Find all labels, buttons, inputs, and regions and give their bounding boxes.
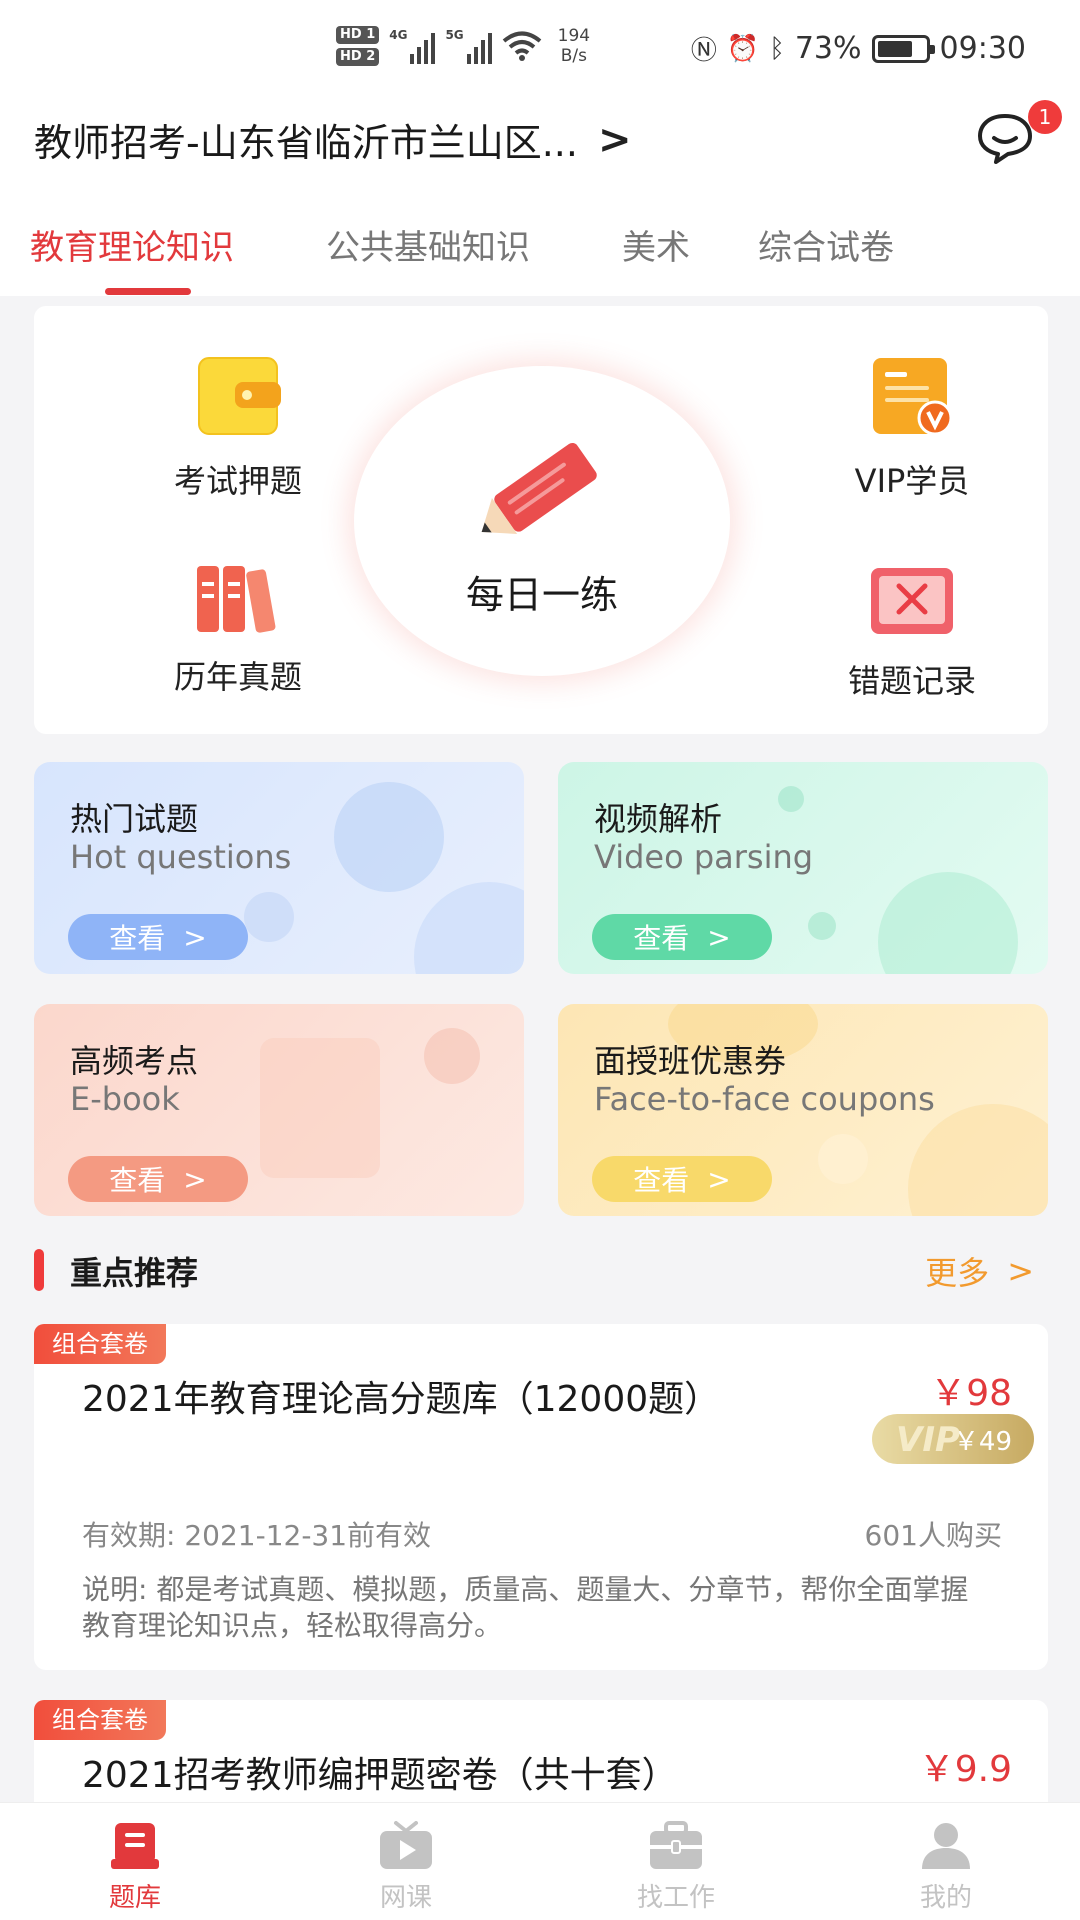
video-parsing-title: 视频解析 [594,800,723,838]
signal-4g-icon: 4G [389,28,436,64]
hot-questions-subtitle: Hot questions [70,838,292,876]
chevron-right-icon: > [183,920,207,954]
more-link[interactable]: 更多 > [925,1248,1034,1294]
product-card[interactable]: 组合套卷 2021年教育理论高分题库（12000题） ￥98 VIP ￥49 有… [34,1324,1048,1670]
system-status: Ⓝ ⏰ ᛒ 73% 09:30 [691,30,1026,67]
past-papers-label: 历年真题 [173,658,302,696]
bottom-navigation: 题库 网课 找工作 我的 [0,1802,1080,1920]
hot-questions-view-button[interactable]: 查看 > [68,914,248,960]
nav-find-job-label: 找工作 [636,1883,715,1913]
battery-percent: 73% [794,31,862,66]
high-freq-points-card[interactable]: 高频考点 E-book 查看 > [34,1004,524,1216]
chevron-right-icon: > [597,116,632,163]
face-coupons-card[interactable]: 面授班优惠券 Face-to-face coupons 查看 > [558,1004,1048,1216]
video-parsing-card[interactable]: 视频解析 Video parsing 查看 > [558,762,1048,974]
product-title: 2021招考教师编押题密卷（共十套） [82,1755,678,1796]
chevron-right-icon: > [707,920,731,954]
exam-predict-button[interactable]: 考试押题 [128,354,348,502]
vip-price: ￥49 [952,1426,1012,1457]
hd1-badge: HD 1 [336,26,380,44]
high-freq-points-title: 高频考点 [70,1042,199,1080]
alarm-icon: ⏰ [726,33,760,64]
nav-online-course-label: 网课 [379,1883,432,1913]
chevron-right-icon: > [1007,1252,1034,1290]
wrong-records-label: 错题记录 [847,662,976,700]
hot-questions-title: 热门试题 [70,800,199,838]
network-status: HD 1 HD 2 4G 5G 194 B/s [336,26,590,66]
nfc-icon: Ⓝ [690,36,717,66]
section-title: 重点推荐 [70,1254,199,1292]
vip-price-badge: VIP ￥49 [872,1414,1034,1464]
nav-question-bank-label: 题库 [108,1883,161,1913]
pencil-icon [481,442,597,535]
wallet-icon [198,357,281,435]
books-icon [197,566,276,633]
high-freq-points-view-button[interactable]: 查看 > [68,1156,248,1202]
past-papers-button[interactable]: 历年真题 [128,562,348,698]
product-buyers: 601人购买 [864,1519,1002,1552]
hot-questions-card[interactable]: 热门试题 Hot questions 查看 > [34,762,524,974]
tab-public-basics[interactable]: 公共基础知识 [326,220,530,269]
nav-my-profile-label: 我的 [919,1883,972,1913]
face-coupons-title: 面授班优惠券 [594,1042,787,1080]
daily-practice-button[interactable]: 每日一练 [354,366,730,676]
nav-online-course[interactable]: 网课 [346,1821,466,1914]
signal-5g-icon: 5G [445,28,492,64]
product-price: ￥9.9 [918,1749,1012,1790]
battery-icon [871,34,935,63]
app-header: 教师招考-山东省临沂市兰山区... > 1 教育理论知识 公共基础知识 美术 综… [0,100,1080,296]
wifi-icon [502,31,541,61]
status-bar: HD 1 HD 2 4G 5G 194 B/s Ⓝ ⏰ ᛒ 73% 09:30 [0,0,1080,100]
nav-my-profile[interactable]: 我的 [886,1821,1006,1914]
exam-predict-label: 考试押题 [173,462,302,500]
product-description: 说明: 都是考试真题、模拟题，质量高、题量大、分章节，帮你全面掌握教育理论知识点… [82,1573,969,1642]
product-title: 2021年教育理论高分题库（12000题） [82,1379,721,1420]
video-parsing-view-button[interactable]: 查看 > [592,914,772,960]
face-coupons-view-button[interactable]: 查看 > [592,1156,772,1202]
daily-practice-label: 每日一练 [465,573,618,617]
product-price: ￥98 [930,1373,1012,1414]
feature-grid: 考试押题 历年真题 每日一练 VIP学员 错题记录 [34,306,1048,734]
vip-mark: VIP [896,1420,960,1460]
question-bank-icon [111,1823,159,1869]
tv-icon [380,1821,432,1869]
vip-member-label: VIP学员 [854,462,970,500]
briefcase-icon [650,1821,702,1869]
tab-indicator [105,288,191,295]
bluetooth-icon: ᛒ [769,33,785,64]
vip-document-icon [873,358,953,436]
tab-education-theory[interactable]: 教育理论知识 [30,220,234,269]
error-book-icon [871,568,953,634]
nav-question-bank[interactable]: 题库 [75,1821,195,1914]
message-badge: 1 [1028,100,1062,134]
hd2-badge: HD 2 [336,48,380,66]
face-coupons-subtitle: Face-to-face coupons [594,1080,935,1118]
wrong-records-button[interactable]: 错题记录 [802,562,1022,702]
person-icon [922,1823,970,1869]
product-tag: 组合套卷 [34,1700,166,1740]
clock: 09:30 [939,31,1026,66]
tab-comprehensive-papers[interactable]: 综合试卷 [758,220,894,269]
nav-find-job[interactable]: 找工作 [616,1821,736,1914]
chevron-right-icon: > [183,1162,207,1196]
message-icon[interactable] [976,112,1034,164]
high-freq-points-subtitle: E-book [70,1080,180,1118]
video-parsing-subtitle: Video parsing [594,838,814,876]
location-label: 教师招考-山东省临沂市兰山区... [34,121,578,165]
subject-tabs: 教育理论知识 公共基础知识 美术 综合试卷 [0,220,1080,296]
product-validity: 有效期: 2021-12-31前有效 [82,1519,432,1552]
product-tag: 组合套卷 [34,1324,166,1364]
location-selector[interactable]: 教师招考-山东省临沂市兰山区... > [34,112,631,167]
section-marker [34,1249,44,1291]
chevron-right-icon: > [707,1162,731,1196]
network-speed: 194 B/s [557,26,591,66]
tab-art[interactable]: 美术 [622,220,690,269]
vip-member-button[interactable]: VIP学员 [802,354,1022,502]
